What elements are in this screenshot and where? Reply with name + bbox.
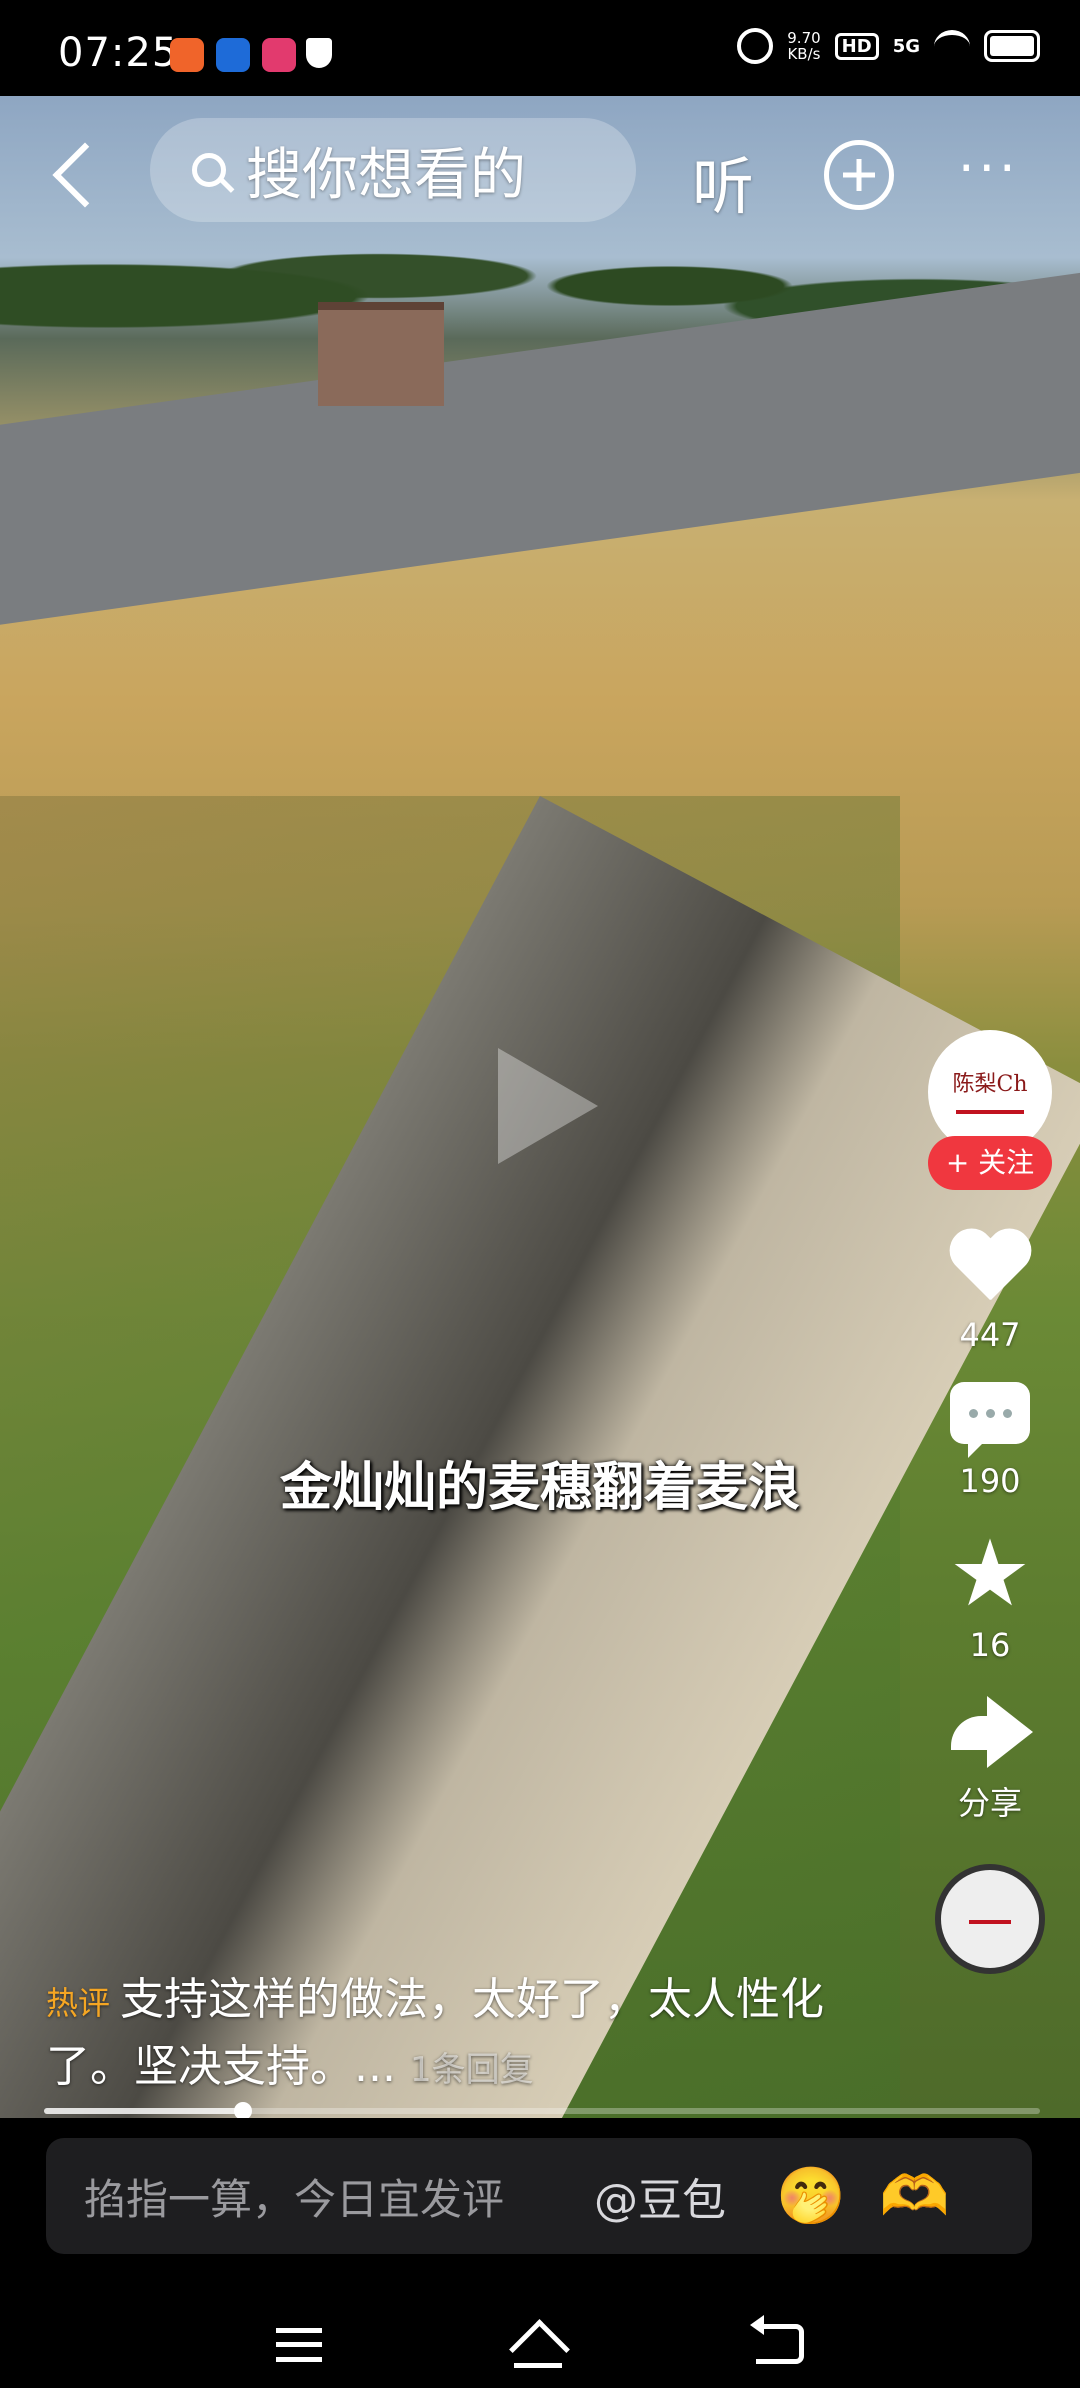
emoji-button[interactable]: 🤭 (776, 2163, 846, 2229)
avatar-logo-text: 陈梨Ch (952, 1072, 1028, 1097)
network-speed-value: 9.70 (787, 29, 821, 47)
favorite-action[interactable]: ★ 16 (920, 1520, 1060, 1665)
share-label: 分享 (957, 1784, 1022, 1822)
video-progress-bar[interactable] (44, 2102, 1040, 2120)
notification-app-icon (170, 38, 204, 72)
hot-comment-tag: 热评 (46, 1984, 111, 2022)
search-placeholder: 搜你想看的 (246, 142, 526, 208)
add-button[interactable] (824, 140, 894, 210)
menu-icon[interactable] (276, 2328, 322, 2362)
share-action[interactable]: 分享 (920, 1692, 1060, 1824)
like-action[interactable]: 447 (920, 1230, 1060, 1354)
side-action-rail: 陈梨Ch + 关注 447 190 ★ 16 分享 (920, 1030, 1060, 1974)
video-scenery-building (318, 302, 444, 406)
back-icon[interactable] (750, 2315, 804, 2364)
hd-badge: HD (834, 32, 879, 60)
comment-action[interactable]: 190 (920, 1382, 1060, 1500)
star-icon: ★ (948, 1520, 1032, 1627)
comment-count: 190 (959, 1462, 1021, 1500)
alarm-icon (737, 28, 774, 64)
emoji-button[interactable]: 🫶 (880, 2163, 950, 2229)
home-icon[interactable] (510, 2324, 566, 2368)
comment-input[interactable]: 掐指一算，今日宜发评 @豆包 🤭 🫶 (46, 2138, 1032, 2254)
top-bar: 搜你想看的 听 ··· (0, 96, 1080, 256)
hot-comment[interactable]: 热评 支持这样的做法，太好了，太人性化了。坚决支持。... 1条回复 (46, 1968, 846, 2102)
network-speed: 9.70 KB/s (787, 30, 820, 62)
play-icon[interactable] (498, 1048, 598, 1164)
mention-doubao-button[interactable]: @豆包 (594, 2164, 726, 2228)
signal-icon: 5G (892, 35, 920, 57)
listen-button[interactable]: 听 (692, 136, 754, 226)
status-time: 07:25 (58, 30, 179, 76)
video-subtitle: 金灿灿的麦穗翻着麦浪 (279, 1458, 800, 1518)
comment-placeholder: 掐指一算，今日宜发评 (84, 2174, 505, 2224)
status-bar: 07:25 9.70 KB/s HD 5G (0, 0, 1080, 96)
video-progress-fill (44, 2108, 244, 2114)
music-disc-icon[interactable] (935, 1864, 1045, 1974)
favorite-count: 16 (969, 1626, 1011, 1664)
bottom-panel: 掐指一算，今日宜发评 @豆包 🤭 🫶 (0, 2118, 1080, 2388)
follow-button[interactable]: + 关注 (928, 1136, 1052, 1190)
notification-app-icon (216, 38, 250, 72)
more-icon[interactable]: ··· (958, 143, 1020, 195)
back-button[interactable] (50, 140, 94, 210)
comment-icon (950, 1382, 1030, 1458)
share-icon (947, 1692, 1033, 1772)
system-nav-bar (0, 2298, 1080, 2388)
like-count: 447 (959, 1316, 1021, 1354)
battery-icon (984, 30, 1040, 62)
wifi-icon (934, 29, 970, 63)
notification-app-icon (262, 38, 296, 72)
heart-icon (947, 1230, 1033, 1310)
search-input[interactable]: 搜你想看的 (150, 118, 636, 222)
network-speed-unit: KB/s (787, 45, 821, 63)
avatar-logo-line (956, 1110, 1024, 1114)
shield-icon (306, 38, 332, 68)
hot-comment-reply-count[interactable]: 1条回复 (410, 2050, 534, 2090)
status-right-group: 9.70 KB/s HD 5G (737, 28, 1040, 64)
search-icon (192, 153, 226, 187)
